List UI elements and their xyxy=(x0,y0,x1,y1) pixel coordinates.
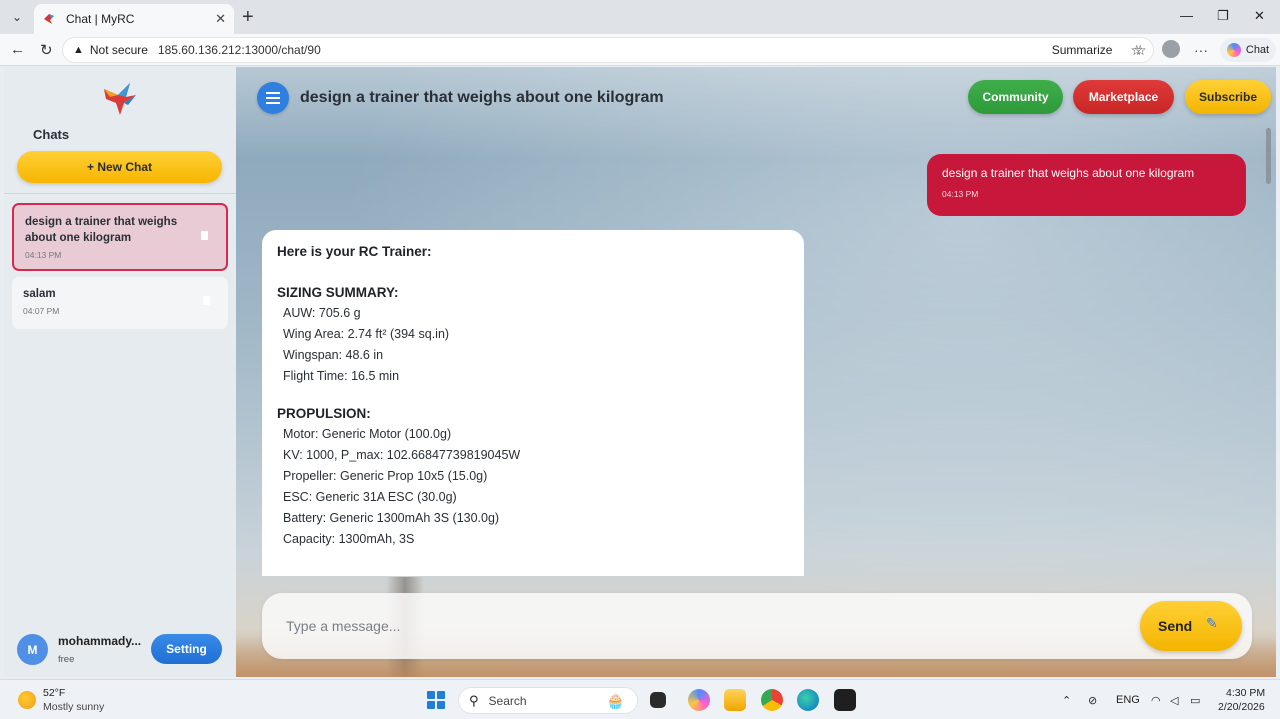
delete-chat-icon[interactable] xyxy=(201,231,208,240)
myrc-favicon-icon xyxy=(44,14,54,24)
url-text[interactable]: 185.60.136.212:13000/chat/90 xyxy=(158,43,1052,57)
user-plan: free xyxy=(58,654,75,665)
summarize-button[interactable]: Summarize xyxy=(1052,43,1113,57)
spec-line: ESC: Generic 31A ESC (30.0g) xyxy=(283,490,457,504)
browser-tab[interactable]: Chat | MyRC ✕ xyxy=(34,4,234,34)
spec-line: Capacity: 1300mAh, 3S xyxy=(283,532,415,546)
minimize-icon[interactable]: — xyxy=(1180,8,1193,23)
user-name: mohammady... xyxy=(58,634,142,648)
taskbar-search[interactable]: ⚲ Search 🧁 xyxy=(458,687,638,714)
chat-list-item-active[interactable]: design a trainer that weighs about one k… xyxy=(12,203,228,271)
network-off-icon[interactable]: ⊘ xyxy=(1088,694,1097,707)
clock-date[interactable]: 2/20/2026 xyxy=(1218,701,1265,713)
chats-heading: Chats xyxy=(33,127,70,142)
search-label: Search xyxy=(488,693,527,708)
weather-sun-icon[interactable] xyxy=(18,691,36,709)
new-tab-icon[interactable]: + xyxy=(242,7,254,27)
edge-icon[interactable] xyxy=(797,689,819,711)
chat-item-title: salam xyxy=(23,288,56,300)
user-message-bubble: design a trainer that weighs about one k… xyxy=(927,154,1246,216)
spec-line: Propeller: Generic Prop 10x5 (15.0g) xyxy=(283,469,488,483)
search-icon: ⚲ xyxy=(469,692,479,708)
browser-tab-bar: ⌄ Chat | MyRC ✕ + — ❐ ✕ xyxy=(0,0,1280,34)
chat-item-time: 04:07 PM xyxy=(23,306,60,316)
spec-line: Motor: Generic Motor (100.0g) xyxy=(283,427,452,441)
task-view-icon[interactable] xyxy=(650,692,666,708)
chat-title: design a trainer that weighs about one k… xyxy=(300,89,664,106)
menu-toggle-button[interactable] xyxy=(257,82,289,114)
clock-time[interactable]: 4:30 PM xyxy=(1226,687,1265,699)
new-chat-button[interactable]: + New Chat xyxy=(17,151,222,183)
back-icon[interactable]: ← xyxy=(10,41,25,58)
sidebar: Chats + New Chat design a trainer that w… xyxy=(4,67,236,677)
message-composer: Send ✎ xyxy=(262,593,1252,659)
spec-line: KV: 1000, P_max: 102.66847739819045W xyxy=(283,448,521,462)
send-button[interactable]: Send ✎ xyxy=(1140,601,1242,651)
chrome-icon[interactable] xyxy=(761,689,783,711)
window-close-icon[interactable]: ✕ xyxy=(1254,8,1265,24)
copilot-label: Chat xyxy=(1245,44,1270,56)
chat-item-title: design a trainer that weighs about one k… xyxy=(25,216,178,244)
delete-chat-icon[interactable] xyxy=(203,296,210,305)
hamburger-icon xyxy=(266,97,280,99)
security-label: Not secure xyxy=(89,43,148,57)
section-title-sizing: SIZING SUMMARY: xyxy=(277,285,399,300)
profile-avatar-icon[interactable] xyxy=(1162,40,1180,58)
user-message-time: 04:13 PM xyxy=(942,189,979,199)
spec-line: Wing Area: 2.74 ft² (394 sq.in) xyxy=(283,327,450,341)
windows-taskbar: 52°F Mostly sunny ⚲ Search 🧁 ⌃ ⊘ ENG ◠ ◁… xyxy=(0,679,1280,719)
favorites-icon[interactable]: ☆ xyxy=(1134,42,1147,59)
more-options-icon[interactable]: ··· xyxy=(1194,42,1208,58)
myrc-app: Chats + New Chat design a trainer that w… xyxy=(4,67,1276,677)
address-bar-row: ← ↻ ▲ Not secure 185.60.136.212:13000/ch… xyxy=(0,34,1280,66)
spec-line: Battery: Generic 1300mAh 3S (130.0g) xyxy=(283,511,500,525)
marketplace-button[interactable]: Marketplace xyxy=(1073,80,1174,114)
message-input[interactable] xyxy=(286,613,1126,639)
spec-line: AUW: 705.6 g xyxy=(283,306,361,320)
chat-item-time: 04:13 PM xyxy=(25,250,62,260)
copilot-icon xyxy=(1226,43,1241,57)
search-highlight-icon: 🧁 xyxy=(606,693,625,710)
myrc-logo-icon xyxy=(104,83,136,115)
url-field[interactable]: ▲ Not secure 185.60.136.212:13000/chat/9… xyxy=(62,37,1154,63)
tab-title: Chat | MyRC xyxy=(66,12,135,26)
warning-icon: ▲ xyxy=(73,44,84,56)
bot-message-bubble: Here is your RC Trainer: SIZING SUMMARY:… xyxy=(262,230,804,576)
tab-close-icon[interactable]: ✕ xyxy=(215,11,226,27)
send-icon: ✎ xyxy=(1206,615,1218,631)
section-title-propulsion: PROPULSION: xyxy=(277,406,371,421)
weather-temperature[interactable]: 52°F xyxy=(43,687,65,699)
spec-line: Flight Time: 16.5 min xyxy=(283,369,400,383)
setting-button[interactable]: Setting xyxy=(151,634,222,664)
battery-icon[interactable]: ▭ xyxy=(1190,694,1200,707)
reload-icon[interactable]: ↻ xyxy=(40,41,53,59)
chat-main-area: design a trainer that weighs about one k… xyxy=(236,67,1276,677)
scrollbar-thumb[interactable] xyxy=(1266,128,1271,184)
copilot-chat-button[interactable]: Chat xyxy=(1220,38,1276,62)
wifi-icon[interactable]: ◠ xyxy=(1151,694,1161,707)
send-label: Send xyxy=(1158,618,1193,634)
user-avatar[interactable]: M xyxy=(17,634,48,665)
volume-icon[interactable]: ◁ xyxy=(1170,694,1178,707)
community-button[interactable]: Community xyxy=(968,80,1063,114)
tab-actions-menu-icon[interactable]: ⌄ xyxy=(6,6,28,28)
user-message-text: design a trainer that weighs about one k… xyxy=(942,166,1195,180)
terminal-app-icon[interactable] xyxy=(834,689,856,711)
subscribe-button[interactable]: Subscribe xyxy=(1185,80,1271,114)
divider xyxy=(4,193,236,194)
maximize-icon[interactable]: ❐ xyxy=(1217,8,1229,24)
windows-start-icon[interactable] xyxy=(427,691,445,709)
language-indicator[interactable]: ENG xyxy=(1116,694,1140,706)
chat-list-item[interactable]: salam 04:07 PM xyxy=(12,277,228,329)
show-hidden-icons-icon[interactable]: ⌃ xyxy=(1062,694,1071,707)
copilot-app-icon[interactable] xyxy=(688,689,710,711)
bot-message-heading: Here is your RC Trainer: xyxy=(277,244,432,259)
weather-description[interactable]: Mostly sunny xyxy=(43,701,104,713)
file-explorer-icon[interactable] xyxy=(724,689,746,711)
spec-line: Wingspan: 48.6 in xyxy=(283,348,384,362)
